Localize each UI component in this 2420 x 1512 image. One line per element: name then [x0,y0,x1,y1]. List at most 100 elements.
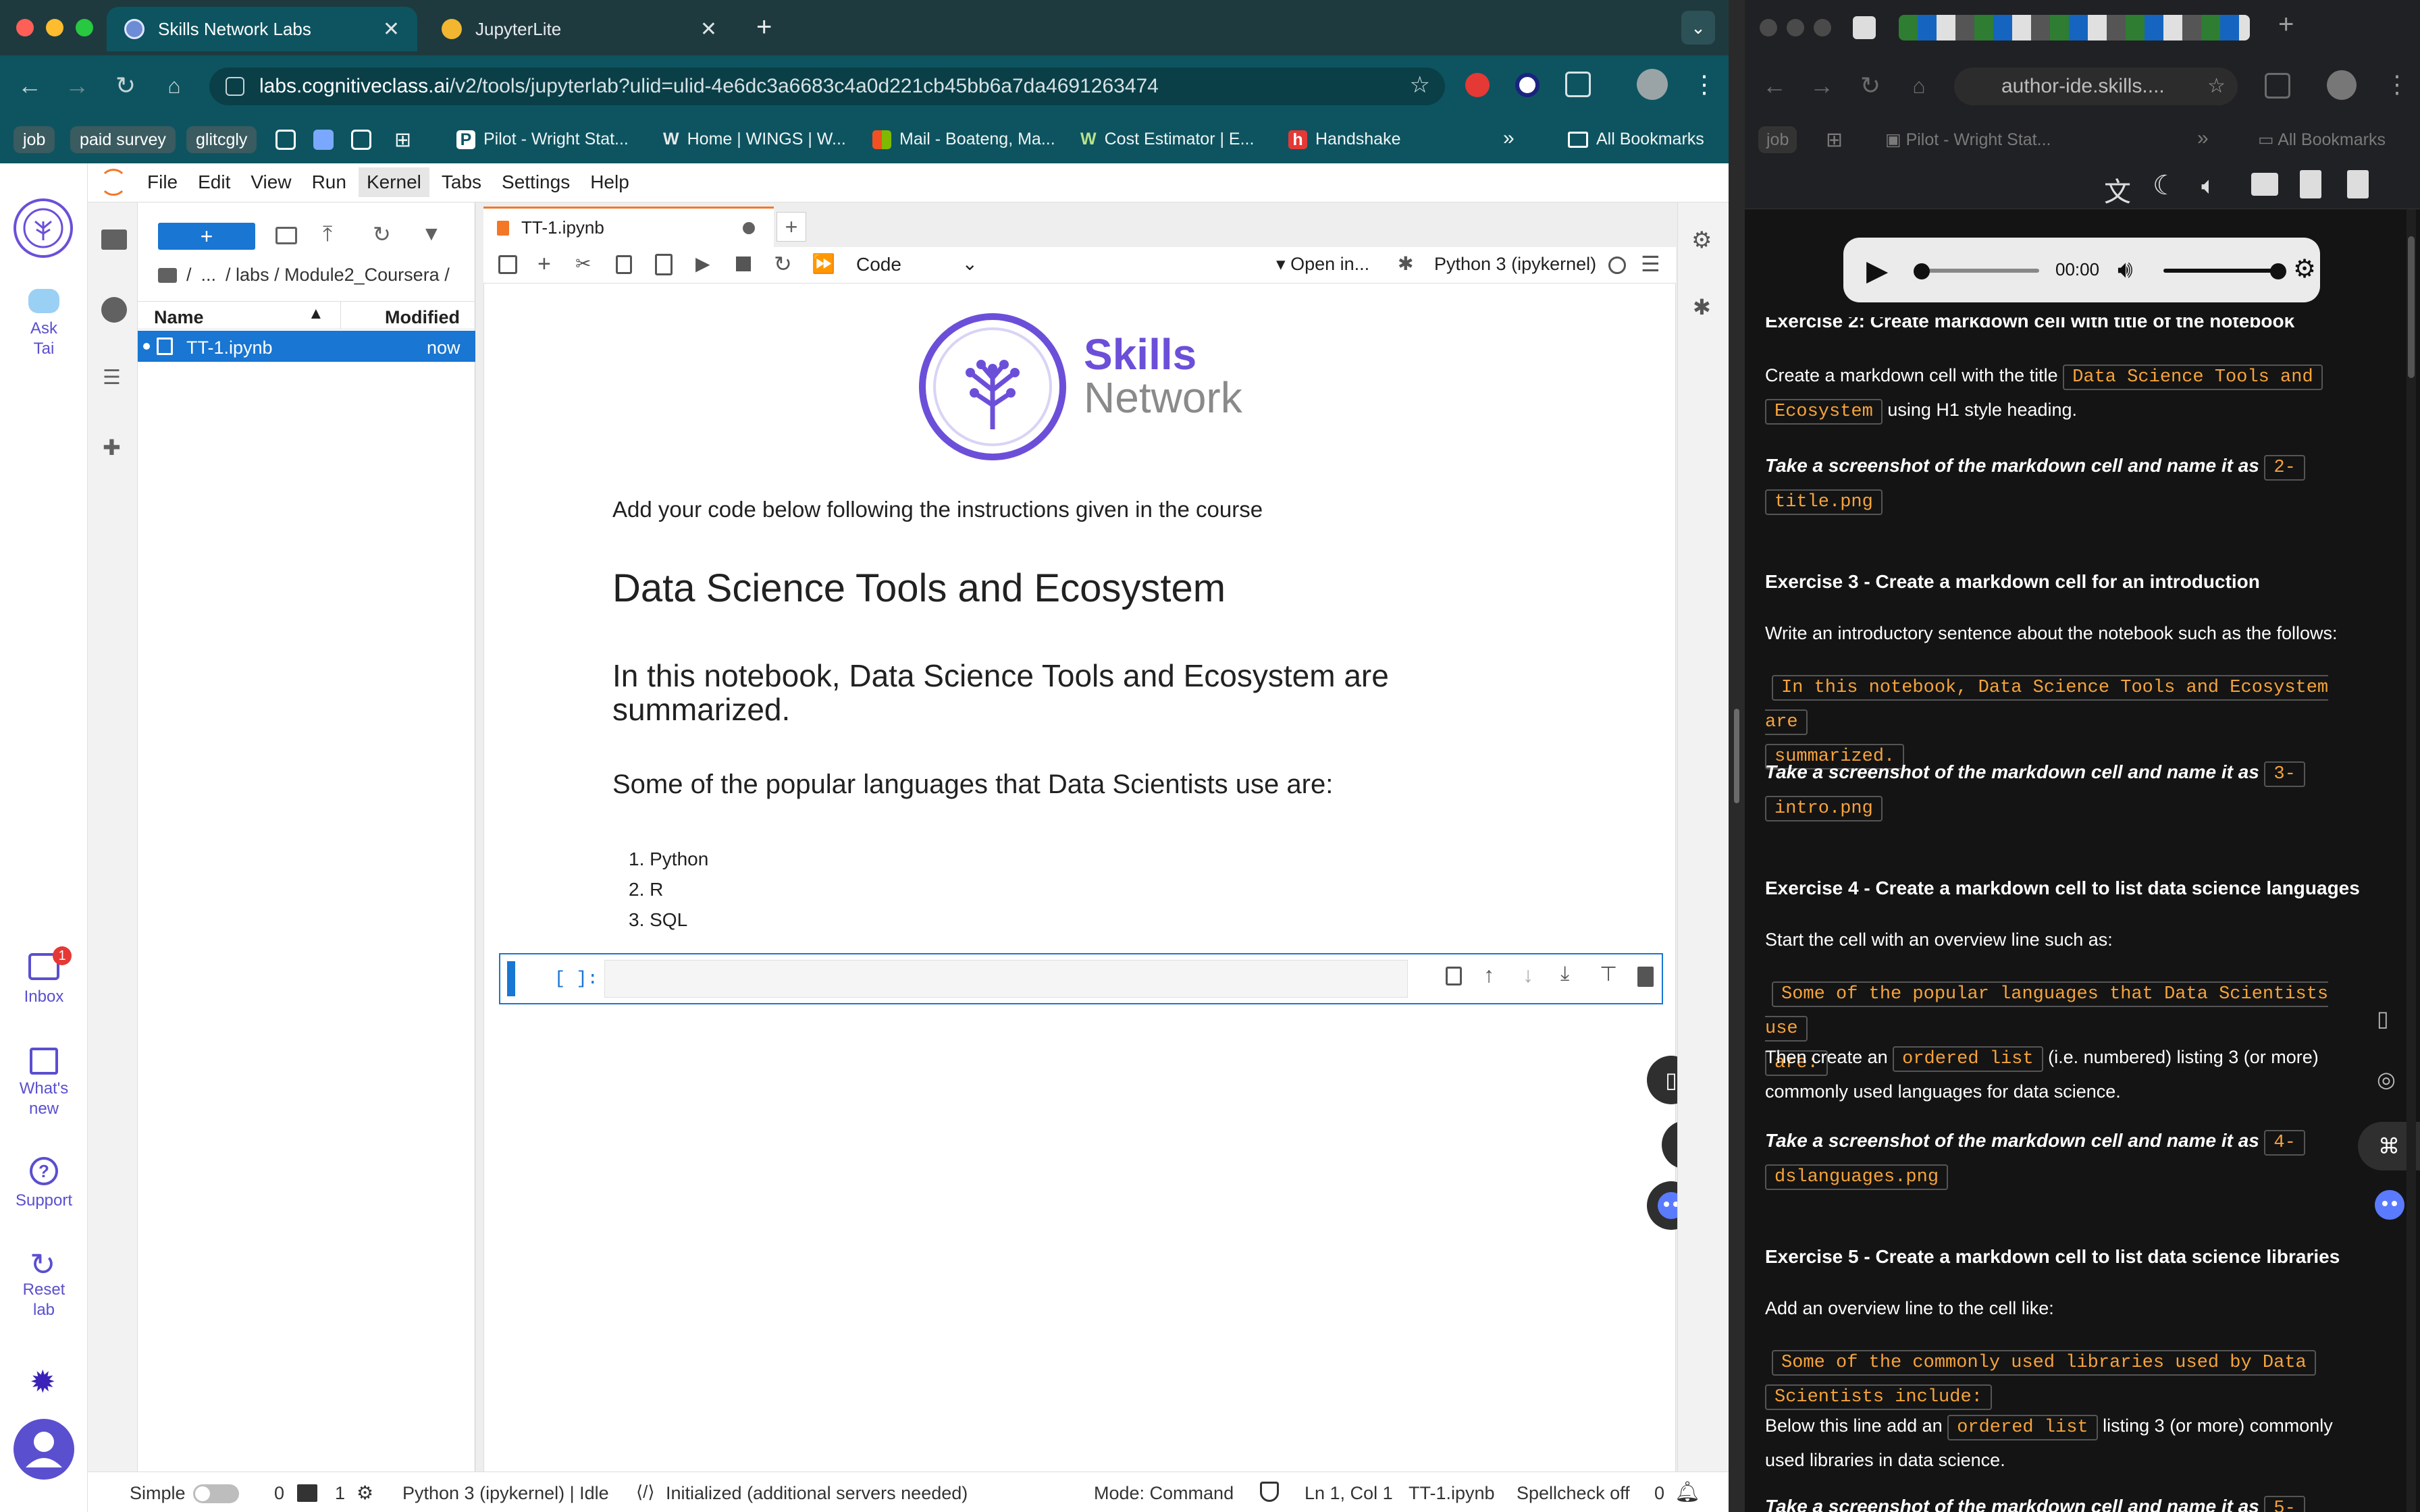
page-scrollbar[interactable] [2406,209,2416,1512]
reset-lab-icon[interactable]: ↻ [30,1246,56,1282]
property-inspector-gear-icon[interactable]: ⚙ [1691,227,1712,254]
minimize-window-button[interactable] [1787,19,1804,36]
property-inspector-icon[interactable]: ☰ [1641,251,1660,277]
extensions-puzzle-icon[interactable] [1565,72,1591,97]
bookmark-square-icon[interactable] [313,130,334,150]
menu-tabs[interactable]: Tabs [433,167,490,197]
volume-icon[interactable]: 🔊︎ [2118,255,2133,284]
move-up-icon[interactable]: ↑ [1483,963,1494,988]
debugger-icon[interactable]: ✱ [1398,252,1413,275]
spellcheck-status[interactable]: Spellcheck off [1517,1483,1630,1504]
new-launcher-button[interactable]: + [158,223,255,250]
markdown-h2[interactable]: In this notebook, Data Science Tools and… [612,659,1490,726]
all-bookmarks[interactable]: ▭ All Bookmarks [2258,130,2386,150]
new-tab-icon[interactable]: + [756,12,772,43]
terminals-count[interactable]: 0 [274,1483,284,1504]
back-icon[interactable]: ← [15,71,45,101]
menu-kernel[interactable]: Kernel [358,167,429,197]
sort-asc-icon[interactable]: ▲ [308,304,324,323]
volume-track[interactable] [2163,269,2278,273]
browser-menu-icon[interactable]: ⋮ [1692,70,1716,99]
run-icon[interactable]: ▶ [695,252,710,275]
whats-new-icon[interactable] [30,1048,58,1075]
audio-settings-gear-icon[interactable]: ⚙ [2293,254,2316,284]
profile-avatar[interactable] [2327,70,2357,100]
user-avatar[interactable] [14,1419,74,1480]
active-code-cell[interactable]: [ ]: ↑ ↓ ⤓ ⊤ [499,953,1663,1004]
document-icon[interactable] [2347,170,2369,198]
more-bookmarks-icon[interactable]: » [2197,127,2209,150]
new-folder-icon[interactable] [275,227,297,244]
file-browser-icon[interactable] [101,230,127,250]
markdown-h1[interactable]: Data Science Tools and Ecosystem [612,566,1226,611]
ask-tai-label[interactable]: Ask Tai [0,319,88,359]
insert-below-icon[interactable]: ⊤ [1600,963,1617,986]
paste-icon[interactable] [655,254,673,275]
trusted-shield-icon[interactable] [1260,1482,1279,1502]
play-icon[interactable]: ▶ [1866,254,1888,287]
filter-icon[interactable]: ▼ [421,223,442,246]
close-tab-icon[interactable]: ✕ [700,18,717,41]
cell-collapser[interactable] [507,961,515,996]
volume-handle[interactable] [2270,263,2286,279]
tab-favicon-icon[interactable] [1853,16,1876,39]
translate-icon[interactable]: 文 [2104,170,2131,209]
breadcrumb-root[interactable]: / [186,265,192,286]
menu-file[interactable]: File [139,167,186,197]
support-icon[interactable]: ? [30,1157,58,1185]
restart-icon[interactable]: ↻ [774,251,792,277]
minimize-window-button[interactable] [46,19,63,36]
running-kernels-icon[interactable] [101,297,127,323]
read-aloud-icon[interactable]: 🔈︎ [2201,171,2216,200]
extensions-puzzle-icon[interactable] [2265,73,2290,99]
kernels-count[interactable]: 1 [335,1483,345,1504]
stop-icon[interactable] [736,256,751,271]
theme-toggle-icon[interactable]: ✹ [30,1364,56,1400]
bookmark-chip-glitcgly[interactable]: glitcgly [186,126,257,153]
upload-icon[interactable]: ⤒ [323,221,332,247]
home-icon[interactable]: ⌂ [1904,71,1934,101]
markdown-intro[interactable]: Add your code below following the instru… [612,497,1263,522]
more-bookmarks-icon[interactable]: » [1503,127,1515,150]
support-label[interactable]: Support [0,1191,88,1211]
site-info-icon[interactable] [226,77,244,96]
split-divider[interactable] [1729,0,1745,1512]
close-window-button[interactable] [16,19,34,36]
cursor-position[interactable]: Ln 1, Col 1 [1305,1483,1393,1504]
bookmark-handshake[interactable]: h Handshake [1288,130,1400,149]
skills-network-logo-icon[interactable] [14,198,73,258]
debugger-bug-icon[interactable]: ✱ [1693,294,1711,320]
print-icon[interactable] [2251,173,2278,196]
cell-type-select[interactable]: Code ⌄ [856,253,978,275]
notebook-tab[interactable]: TT-1.ipynb [483,207,774,247]
maximize-window-button[interactable] [76,19,93,36]
extension-youtube-icon[interactable] [1465,73,1490,97]
bookmark-star-icon[interactable]: ☆ [1410,72,1430,99]
markdown-h3[interactable]: Some of the popular languages that Data … [612,770,1333,800]
reset-lab-label[interactable]: Reset lab [0,1280,88,1320]
kernel-name[interactable]: Python 3 (ipykernel) [1434,254,1596,275]
file-row[interactable]: TT-1.ipynb now [138,331,475,362]
profile-avatar[interactable] [1637,69,1668,100]
browser-menu-icon[interactable]: ⋮ [2385,70,2409,99]
save-icon[interactable] [498,255,517,274]
bookmark-mail[interactable]: Mail - Boateng, Ma... [872,130,1055,149]
menu-settings[interactable]: Settings [494,167,578,197]
audio-progress-handle[interactable] [1914,263,1930,279]
folder-icon[interactable] [158,267,177,283]
close-tab-icon[interactable]: ✕ [383,18,400,41]
breadcrumb-ellipsis[interactable]: ... [201,265,217,286]
close-window-button[interactable] [1760,19,1777,36]
menu-run[interactable]: Run [304,167,354,197]
insert-above-icon[interactable]: ⤓ [1560,963,1569,986]
reload-icon[interactable]: ↻ [1856,71,1885,101]
table-of-contents-icon[interactable]: ☰ [103,366,121,389]
restart-run-all-icon[interactable]: ⏩ [812,252,835,275]
extensions-icon[interactable]: ✚ [103,435,121,460]
kernel-status-text[interactable]: Python 3 (ipykernel) | Idle [402,1483,609,1504]
bookmark-chip-paid-survey[interactable]: paid survey [70,126,176,153]
bookmark-square-icon[interactable] [351,130,371,150]
code-editor-input[interactable] [604,960,1408,998]
bookmark-chip-job[interactable]: job [1758,126,1797,153]
menu-help[interactable]: Help [582,167,637,197]
